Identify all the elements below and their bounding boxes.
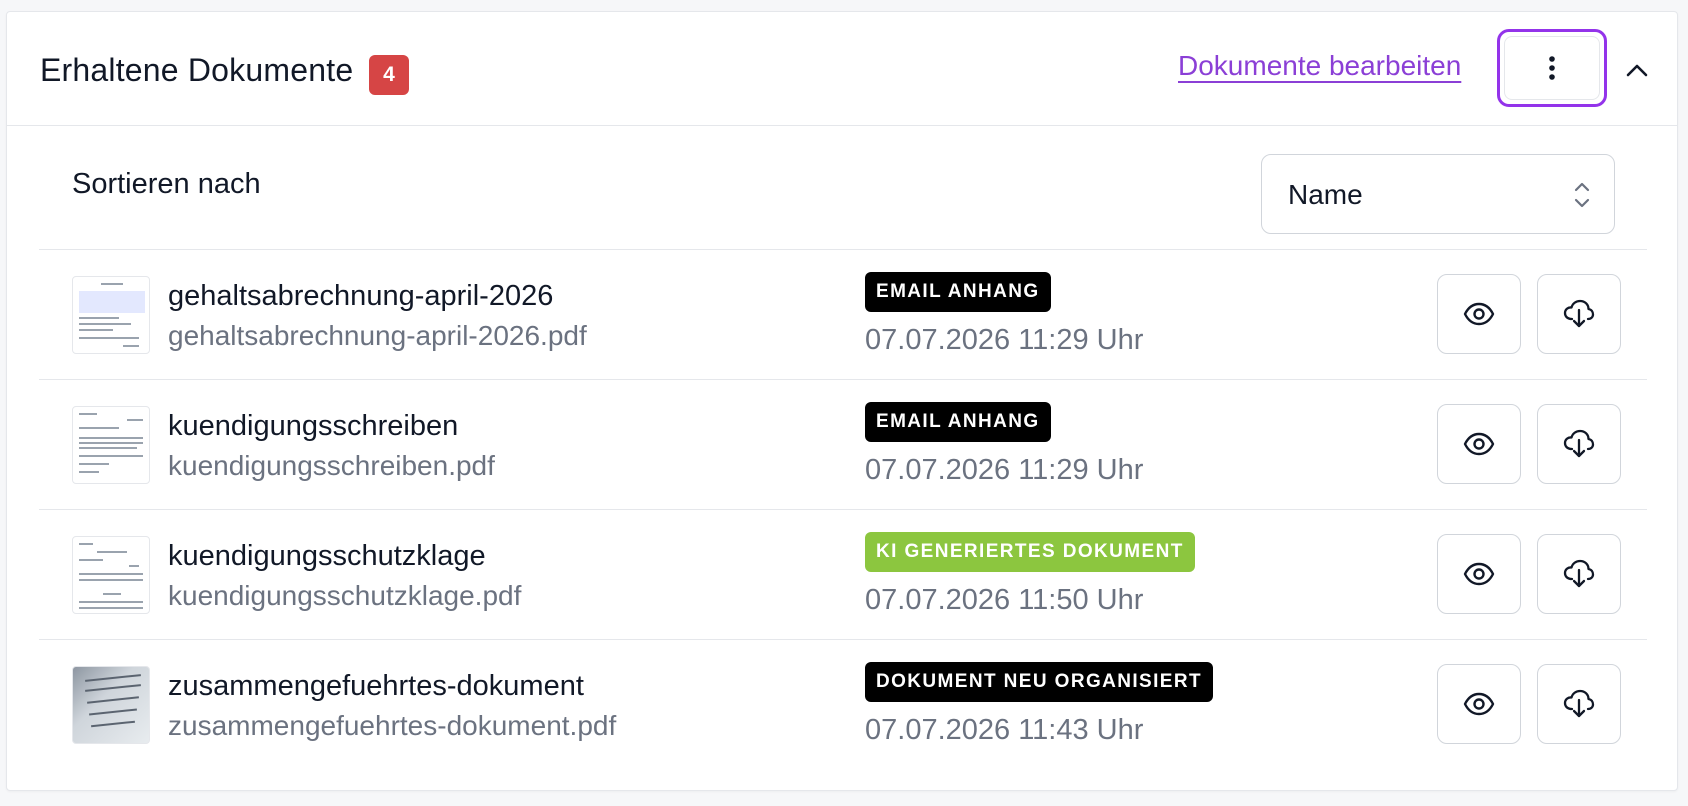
chevron-updown-icon	[1574, 182, 1590, 208]
sort-selected-value: Name	[1288, 179, 1363, 210]
document-source-tag: DOKUMENT NEU ORGANISIERT	[865, 662, 1213, 702]
view-button[interactable]	[1437, 274, 1521, 354]
document-name[interactable]: zusammengefuehrtes-dokument	[168, 670, 584, 703]
document-filename: gehaltsabrechnung-april-2026.pdf	[168, 320, 587, 351]
cloud-download-icon	[1563, 689, 1595, 718]
eye-icon	[1463, 692, 1495, 716]
card-header: Erhaltene Dokumente 4 Dokumente bearbeit…	[7, 12, 1677, 126]
download-button[interactable]	[1537, 664, 1621, 744]
eye-icon	[1463, 562, 1495, 586]
document-name[interactable]: gehaltsabrechnung-april-2026	[168, 280, 553, 313]
document-date: 07.07.2026 11:50 Uhr	[865, 584, 1144, 616]
document-filename: zusammengefuehrtes-dokument.pdf	[168, 710, 617, 741]
document-date: 07.07.2026 11:43 Uhr	[865, 714, 1144, 746]
document-date: 07.07.2026 11:29 Uhr	[865, 454, 1144, 486]
document-thumbnail[interactable]	[72, 276, 150, 354]
edit-documents-link[interactable]: Dokumente bearbeiten	[1178, 50, 1461, 82]
document-thumbnail[interactable]	[72, 536, 150, 614]
document-name[interactable]: kuendigungsschutzklage	[168, 540, 486, 573]
document-row: gehaltsabrechnung-april-2026 gehaltsabre…	[39, 250, 1647, 380]
download-button[interactable]	[1537, 534, 1621, 614]
more-vertical-icon	[1549, 56, 1555, 80]
view-button[interactable]	[1437, 404, 1521, 484]
cloud-download-icon	[1563, 299, 1595, 328]
collapse-button[interactable]	[1619, 52, 1655, 88]
more-options-button[interactable]	[1497, 29, 1607, 107]
document-row: zusammengefuehrtes-dokument zusammengefu…	[39, 640, 1647, 770]
more-options-inner	[1504, 36, 1600, 100]
document-name[interactable]: kuendigungsschreiben	[168, 410, 458, 443]
document-source-tag: KI GENERIERTES DOKUMENT	[865, 532, 1195, 572]
download-button[interactable]	[1537, 404, 1621, 484]
card-title: Erhaltene Dokumente	[40, 52, 354, 88]
document-date: 07.07.2026 11:29 Uhr	[865, 324, 1144, 356]
chevron-up-icon	[1626, 64, 1648, 77]
document-thumbnail[interactable]	[72, 406, 150, 484]
document-source-tag: EMAIL ANHANG	[865, 402, 1051, 442]
document-count-badge: 4	[369, 55, 409, 95]
document-row: kuendigungsschutzklage kuendigungsschutz…	[39, 510, 1647, 640]
view-button[interactable]	[1437, 534, 1521, 614]
document-filename: kuendigungsschutzklage.pdf	[168, 580, 522, 611]
cloud-download-icon	[1563, 429, 1595, 458]
download-button[interactable]	[1537, 274, 1621, 354]
document-list: gehaltsabrechnung-april-2026 gehaltsabre…	[39, 250, 1647, 770]
sort-row: Sortieren nach Name	[39, 126, 1647, 250]
view-button[interactable]	[1437, 664, 1521, 744]
document-filename: kuendigungsschreiben.pdf	[168, 450, 495, 481]
documents-card: Erhaltene Dokumente 4 Dokumente bearbeit…	[6, 11, 1678, 791]
sort-label: Sortieren nach	[72, 168, 261, 200]
sort-select[interactable]: Name	[1261, 154, 1615, 234]
eye-icon	[1463, 302, 1495, 326]
cloud-download-icon	[1563, 559, 1595, 588]
document-row: kuendigungsschreiben kuendigungsschreibe…	[39, 380, 1647, 510]
document-source-tag: EMAIL ANHANG	[865, 272, 1051, 312]
eye-icon	[1463, 432, 1495, 456]
document-thumbnail[interactable]	[72, 666, 150, 744]
